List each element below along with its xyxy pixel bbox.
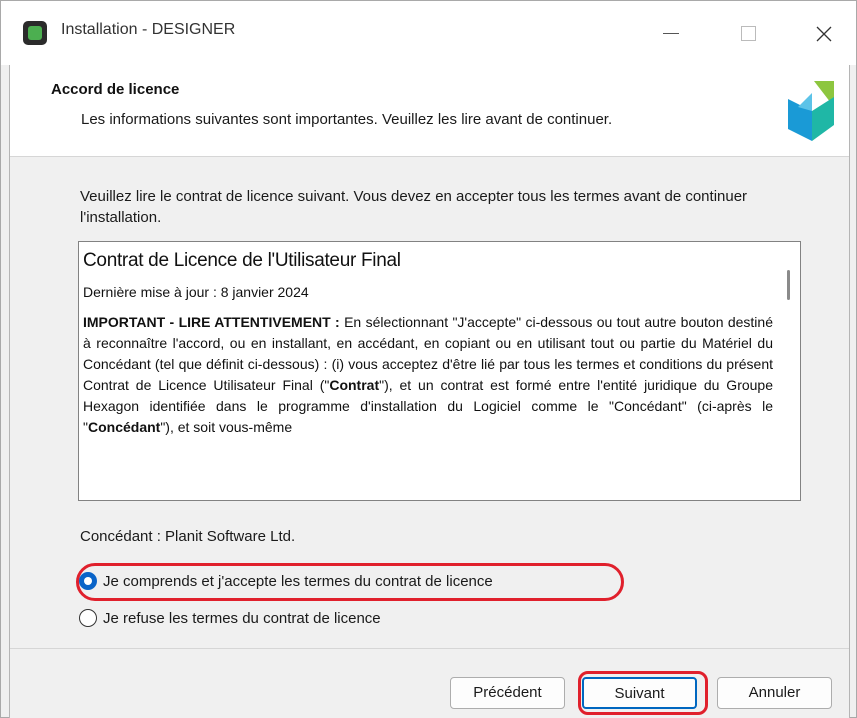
accept-label[interactable]: Je comprends et j'accepte les termes du …: [103, 573, 493, 590]
refuse-option[interactable]: Je refuse les termes du contrat de licen…: [79, 607, 381, 629]
accept-radio[interactable]: [79, 572, 97, 590]
hexagon-logo-icon: [788, 81, 834, 141]
license-scrollbar[interactable]: [778, 242, 800, 500]
license-term-licensor: Concédant: [87, 419, 161, 435]
wizard-footer: Précédent Suivant Annuler: [10, 648, 849, 718]
close-icon: [816, 26, 832, 42]
intro-text: Veuillez lire le contrat de licence suiv…: [80, 188, 748, 226]
license-lead: IMPORTANT - LIRE ATTENTIVEMENT :: [83, 314, 340, 330]
installer-window: Installation - DESIGNER Accord de licenc…: [0, 0, 857, 718]
back-button[interactable]: Précédent: [450, 677, 565, 709]
accept-option[interactable]: Je comprends et j'accepte les termes du …: [79, 570, 493, 592]
licensor-text: Concédant : Planit Software Ltd.: [80, 528, 296, 545]
maximize-button[interactable]: [729, 15, 769, 51]
license-date: Dernière mise à jour : 8 janvier 2024: [83, 284, 309, 300]
title-bar: Installation - DESIGNER: [1, 1, 856, 65]
scrollbar-thumb[interactable]: [787, 270, 790, 300]
wizard-body: Veuillez lire le contrat de licence suiv…: [10, 158, 849, 648]
page-title: Accord de licence: [51, 81, 180, 98]
frame-edge-right: [849, 65, 850, 718]
license-title: Contrat de Licence de l'Utilisateur Fina…: [83, 250, 401, 271]
license-term-contract: Contrat: [329, 377, 380, 393]
window-title: Installation - DESIGNER: [61, 21, 236, 38]
refuse-label[interactable]: Je refuse les termes du contrat de licen…: [103, 610, 381, 627]
license-body-part3: "), et soit vous-même: [160, 419, 293, 435]
minimize-button[interactable]: [651, 15, 691, 51]
next-button[interactable]: Suivant: [582, 677, 697, 709]
refuse-radio[interactable]: [79, 609, 97, 627]
license-text-area[interactable]: Contrat de Licence de l'Utilisateur Fina…: [78, 241, 801, 501]
app-icon: [23, 21, 47, 45]
cancel-button[interactable]: Annuler: [717, 677, 832, 709]
page-subtitle: Les informations suivantes sont importan…: [81, 111, 613, 128]
wizard-header: Accord de licence Les informations suiva…: [10, 65, 849, 157]
license-body: IMPORTANT - LIRE ATTENTIVEMENT : En séle…: [83, 312, 773, 438]
license-content: Contrat de Licence de l'Utilisateur Fina…: [83, 246, 773, 438]
close-button[interactable]: [804, 15, 844, 51]
